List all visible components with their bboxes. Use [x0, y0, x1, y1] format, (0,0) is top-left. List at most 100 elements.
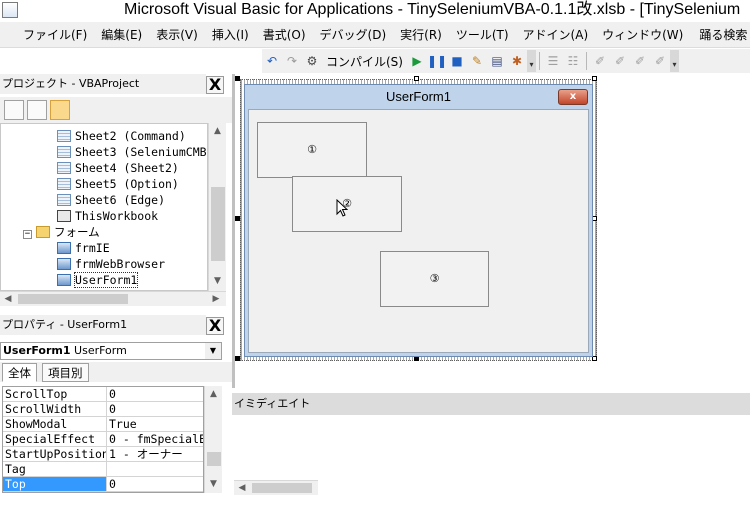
menu-bar: ファイル(F) 編集(E) 表示(V) 挿入(I) 書式(O) デバッグ(D) … [0, 22, 750, 48]
vba-app-icon[interactable] [2, 2, 18, 18]
toggle-folders-icon[interactable] [50, 100, 70, 120]
tree-item-sheet2[interactable]: Sheet2 (Command) [57, 128, 186, 144]
menu-run[interactable]: 実行(R) [393, 23, 449, 47]
toolbar-overflow-2-icon[interactable]: ▾ [669, 50, 679, 72]
scroll-left-icon[interactable]: ◀ [234, 481, 250, 496]
property-row[interactable]: ScrollTop 0 [3, 387, 203, 402]
menu-file[interactable]: ファイル(F) [16, 23, 94, 47]
property-row-selected[interactable]: Top 0 [3, 477, 203, 492]
help-search-label[interactable]: 踊る検索 [699, 23, 750, 47]
pause-icon[interactable]: ❚❚ [427, 51, 447, 71]
tree-item-forms-folder[interactable]: − フォーム [23, 224, 100, 240]
property-row[interactable]: StartUpPosition 1 - オーナー [3, 447, 203, 462]
resize-handle[interactable] [235, 216, 240, 221]
toggle-breakpoint-icon[interactable]: ✐ [590, 51, 610, 71]
object-name: UserForm1 [3, 344, 71, 357]
design-mode-icon[interactable]: ✎ [467, 51, 487, 71]
project-explorer-icon[interactable]: ▤ [487, 51, 507, 71]
mouse-cursor-icon [336, 199, 348, 217]
userform-close-icon[interactable]: x [558, 89, 588, 105]
tree-item-sheet3[interactable]: Sheet3 (SeleniumCMB [57, 144, 207, 160]
immediate-window-header: イミディエイト [232, 393, 750, 415]
project-tree-hscroll[interactable]: ◀ ▶ [0, 291, 226, 306]
tab-categorized[interactable]: 項目別 [42, 363, 89, 382]
form-icon [57, 274, 71, 286]
undo-icon[interactable]: ↶ [262, 51, 282, 71]
resize-handle[interactable] [414, 76, 419, 81]
properties-close-icon[interactable]: X [206, 317, 224, 335]
properties-pane-header: プロパティ - UserForm1 [0, 315, 206, 335]
outdent-icon[interactable]: ☷ [563, 51, 583, 71]
resize-handle[interactable] [235, 76, 240, 81]
property-row[interactable]: SpecialEffect 0 - fmSpecialE [3, 432, 203, 447]
folder-icon [36, 226, 50, 238]
bookmark-icon[interactable]: ✐ [650, 51, 670, 71]
property-row[interactable]: ScrollWidth 0 [3, 402, 203, 417]
toolbar-overflow-icon[interactable]: ▾ [526, 50, 536, 72]
sheet-icon [57, 146, 71, 158]
object-selector[interactable]: UserForm1 UserForm ▼ [0, 342, 222, 360]
scroll-right-icon[interactable]: ▶ [208, 292, 224, 307]
menu-insert[interactable]: 挿入(I) [205, 23, 256, 47]
object-type: UserForm [74, 344, 127, 357]
project-tree: Sheet2 (Command) Sheet3 (SeleniumCMB She… [0, 123, 208, 291]
immediate-window-input[interactable] [232, 416, 750, 509]
tree-item-sheet4[interactable]: Sheet4 (Sheet2) [57, 160, 179, 176]
immediate-hscroll[interactable]: ◀ [234, 480, 318, 495]
menu-debug[interactable]: デバッグ(D) [313, 23, 394, 47]
indent-icon[interactable]: ☰ [543, 51, 563, 71]
title-bar: Microsoft Visual Basic for Applications … [0, 0, 750, 22]
scroll-thumb[interactable] [18, 294, 128, 304]
stop-icon[interactable]: ■ [447, 51, 467, 71]
menu-edit[interactable]: 編集(E) [94, 23, 149, 47]
scroll-down-icon[interactable]: ▼ [209, 273, 226, 289]
tree-item-thisworkbook[interactable]: ThisWorkbook [57, 208, 158, 224]
chevron-down-icon[interactable]: ▼ [205, 343, 221, 359]
tree-item-sheet6[interactable]: Sheet6 (Edge) [57, 192, 165, 208]
tree-item-frmie[interactable]: frmIE [57, 240, 110, 256]
collapse-icon[interactable]: − [23, 230, 32, 239]
tree-item-frmwebbrowser[interactable]: frmWebBrowser [57, 256, 165, 272]
sheet-icon [57, 130, 71, 142]
sheet-icon [57, 178, 71, 190]
scroll-up-icon[interactable]: ▲ [205, 386, 222, 402]
menu-view[interactable]: 表示(V) [149, 23, 205, 47]
project-tree-vscroll[interactable]: ▲ ▼ [208, 123, 226, 291]
properties-grid: ScrollTop 0 ScrollWidth 0 ShowModal True Sp… [2, 386, 204, 493]
toolbox-icon[interactable]: ✱ [507, 51, 527, 71]
uncomment-block-icon[interactable]: ✐ [630, 51, 650, 71]
tree-item-userform1[interactable]: UserForm1 [57, 272, 139, 288]
command-button-3[interactable]: ③ [380, 251, 489, 307]
scroll-thumb[interactable] [211, 187, 225, 261]
view-code-icon[interactable] [4, 100, 24, 120]
form-icon [57, 258, 71, 270]
menu-window[interactable]: ウィンドウ(W) [595, 23, 690, 47]
scroll-thumb[interactable] [252, 483, 312, 493]
property-row[interactable]: ShowModal True [3, 417, 203, 432]
comment-block-icon[interactable]: ✐ [610, 51, 630, 71]
view-object-icon[interactable] [27, 100, 47, 120]
redo-icon[interactable]: ↷ [282, 51, 302, 71]
workbook-icon [57, 210, 71, 222]
resize-handle[interactable] [235, 356, 240, 361]
resize-handle[interactable] [592, 76, 597, 81]
tree-item-sheet5[interactable]: Sheet5 (Option) [57, 176, 179, 192]
compile-button[interactable]: コンパイル(S) [322, 53, 407, 70]
properties-vscroll[interactable]: ▲ ▼ [204, 386, 222, 493]
compile-icon[interactable]: ⚙ [302, 51, 322, 71]
scroll-down-icon[interactable]: ▼ [205, 476, 222, 492]
scroll-thumb[interactable] [207, 452, 221, 466]
project-close-icon[interactable]: X [206, 76, 224, 94]
scroll-left-icon[interactable]: ◀ [0, 292, 16, 307]
tab-alphabetic[interactable]: 全体 [2, 363, 37, 382]
sheet-icon [57, 194, 71, 206]
command-button-1[interactable]: ① [257, 122, 367, 178]
run-icon[interactable]: ▶ [407, 51, 427, 71]
project-pane-header: プロジェクト - VBAProject [0, 74, 206, 94]
menu-format[interactable]: 書式(O) [256, 23, 313, 47]
menu-tools[interactable]: ツール(T) [449, 23, 516, 47]
property-row[interactable]: Tag [3, 462, 203, 477]
project-toolbar [0, 97, 232, 123]
scroll-up-icon[interactable]: ▲ [209, 123, 226, 139]
menu-addins[interactable]: アドイン(A) [516, 23, 596, 47]
